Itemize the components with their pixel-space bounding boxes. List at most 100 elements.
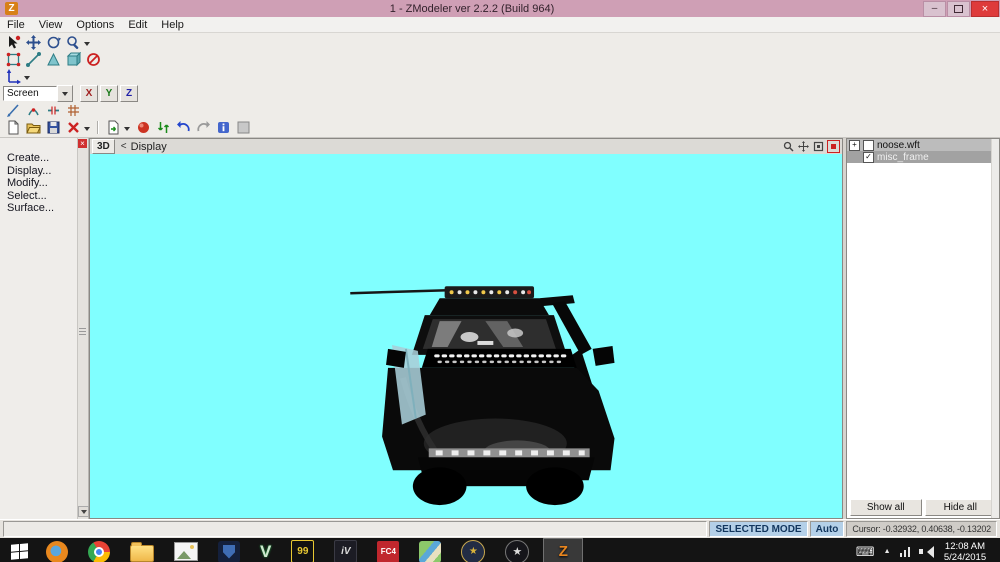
taskbar-chrome[interactable] bbox=[88, 538, 110, 562]
hidden-icons-chevron-icon[interactable]: ▲ bbox=[884, 548, 891, 555]
hierarchy-buttons: Show all Hide all bbox=[847, 497, 999, 518]
command-surface[interactable]: Surface... bbox=[7, 202, 88, 215]
visibility-checkbox[interactable] bbox=[863, 140, 874, 151]
embed-icon[interactable] bbox=[103, 120, 123, 136]
objects-mode-icon[interactable] bbox=[63, 52, 83, 68]
redo-icon[interactable] bbox=[193, 120, 213, 136]
open-file-icon[interactable] bbox=[23, 120, 43, 136]
new-file-icon[interactable] bbox=[3, 120, 23, 136]
viewport-back-arrow[interactable]: < bbox=[121, 141, 127, 152]
taskbar-explorer[interactable] bbox=[130, 538, 154, 562]
scroll-down-icon[interactable] bbox=[78, 506, 89, 517]
taskbar-clock[interactable]: 12:08 AM 5/24/2015 bbox=[938, 541, 992, 562]
toolbar-row-views bbox=[0, 34, 1000, 51]
hierarchy-panel: + noose.wft ✓ misc_frame Show all Hide a… bbox=[846, 138, 1000, 519]
status-auto[interactable]: Auto bbox=[810, 521, 845, 537]
detach-tool-icon[interactable] bbox=[43, 103, 63, 119]
menu-view[interactable]: View bbox=[32, 19, 70, 31]
close-button[interactable]: × bbox=[971, 1, 999, 17]
notes-icon[interactable] bbox=[213, 120, 233, 136]
more-tools-dropdown-icon[interactable] bbox=[84, 42, 90, 49]
taskbar-photos[interactable] bbox=[174, 538, 198, 562]
taskbar-gtav[interactable]: V bbox=[260, 538, 271, 562]
viewport-maximize-icon[interactable] bbox=[827, 140, 840, 153]
volume-icon[interactable] bbox=[919, 546, 932, 558]
view-space-select[interactable]: Screen bbox=[3, 86, 73, 101]
app-icon: Z bbox=[5, 2, 18, 15]
menu-help[interactable]: Help bbox=[154, 19, 191, 31]
select-arrow-icon[interactable] bbox=[3, 35, 23, 51]
taskbar-maps[interactable] bbox=[419, 538, 441, 562]
show-all-button[interactable]: Show all bbox=[850, 499, 922, 516]
sync-icon[interactable] bbox=[153, 120, 173, 136]
hierarchy-scrollbar[interactable] bbox=[991, 139, 999, 518]
knife-tool-icon[interactable] bbox=[3, 103, 23, 119]
taskbar-gtaiv[interactable]: iV bbox=[334, 538, 357, 562]
vertices-mode-icon[interactable] bbox=[3, 52, 23, 68]
axis-z-button[interactable]: Z bbox=[120, 85, 138, 102]
titlebar[interactable]: Z 1 - ZModeler ver 2.2.2 (Build 964) – × bbox=[0, 0, 1000, 17]
taskbar-99[interactable]: 99 bbox=[291, 538, 314, 562]
menu-file[interactable]: File bbox=[0, 19, 32, 31]
hierarchy-item-misc-frame[interactable]: ✓ misc_frame bbox=[847, 151, 999, 163]
command-select[interactable]: Select... bbox=[7, 190, 88, 203]
viewport-zoom-icon[interactable] bbox=[782, 141, 795, 153]
hierarchy-item-label: misc_frame bbox=[877, 152, 929, 163]
grid-snap-icon[interactable] bbox=[63, 103, 83, 119]
faces-mode-icon[interactable] bbox=[43, 52, 63, 68]
options-icon[interactable] bbox=[233, 120, 253, 136]
hide-all-button[interactable]: Hide all bbox=[925, 499, 997, 516]
axis-x-button[interactable]: X bbox=[80, 85, 98, 102]
axis-y-button[interactable]: Y bbox=[100, 85, 118, 102]
zoom-view-icon[interactable] bbox=[63, 35, 83, 51]
weld-tool-icon[interactable] bbox=[23, 103, 43, 119]
vehicle-model[interactable] bbox=[90, 154, 842, 518]
axes-gizmo-icon[interactable] bbox=[3, 69, 23, 85]
viewport-3d-tab[interactable]: 3D bbox=[92, 139, 115, 154]
taskbar-firefox[interactable] bbox=[46, 538, 68, 562]
selection-off-icon[interactable] bbox=[83, 52, 103, 68]
chrome-icon bbox=[88, 541, 110, 562]
minimize-button[interactable]: – bbox=[923, 1, 946, 17]
taskbar-nypd[interactable] bbox=[218, 538, 240, 562]
taskbar-star[interactable]: ★ bbox=[505, 538, 529, 562]
axes-dropdown-icon[interactable] bbox=[24, 76, 30, 83]
viewport-expand-icon[interactable] bbox=[812, 141, 825, 153]
touch-keyboard-icon[interactable]: ⌨ bbox=[856, 545, 875, 558]
pan-view-icon[interactable] bbox=[23, 35, 43, 51]
save-file-icon[interactable] bbox=[43, 120, 63, 136]
file-dropdown-icon[interactable] bbox=[84, 127, 90, 134]
delete-icon[interactable] bbox=[63, 120, 83, 136]
clock-time: 12:08 AM bbox=[938, 541, 992, 552]
map-icon bbox=[419, 541, 441, 562]
menu-edit[interactable]: Edit bbox=[121, 19, 154, 31]
command-create[interactable]: Create... bbox=[7, 152, 88, 165]
edges-mode-icon[interactable] bbox=[23, 52, 43, 68]
panel-grip-handle[interactable] bbox=[79, 326, 86, 337]
expander-icon[interactable]: + bbox=[849, 140, 860, 151]
menu-options[interactable]: Options bbox=[69, 19, 121, 31]
command-panel-scrollbar[interactable]: × bbox=[77, 138, 88, 519]
command-display[interactable]: Display... bbox=[7, 165, 88, 178]
maximize-button[interactable] bbox=[947, 1, 970, 17]
viewport-canvas[interactable] bbox=[90, 154, 842, 518]
orbit-view-icon[interactable] bbox=[43, 35, 63, 51]
close-panel-icon[interactable]: × bbox=[78, 139, 87, 148]
start-button[interactable] bbox=[2, 538, 36, 562]
command-modify[interactable]: Modify... bbox=[7, 177, 88, 190]
undo-icon[interactable] bbox=[173, 120, 193, 136]
photos-icon bbox=[174, 542, 198, 561]
statusbar: SELECTED MODE Auto Cursor: -0.32932, 0.4… bbox=[0, 519, 1000, 538]
embed-dropdown-icon[interactable] bbox=[124, 127, 130, 134]
viewport-pan-icon[interactable] bbox=[797, 141, 810, 153]
visibility-checkbox-checked[interactable]: ✓ bbox=[863, 152, 874, 163]
network-icon[interactable] bbox=[900, 546, 911, 557]
taskbar-farcry4[interactable]: FC4 bbox=[377, 538, 399, 562]
taskbar-zmodeler-active[interactable]: Z bbox=[543, 538, 583, 562]
render-material-icon[interactable] bbox=[133, 120, 153, 136]
firefox-icon bbox=[46, 541, 68, 562]
taskbar-badge[interactable]: ★ bbox=[461, 538, 485, 562]
hierarchy-item-noose[interactable]: + noose.wft bbox=[847, 139, 999, 151]
viewport-view-label[interactable]: Display bbox=[131, 141, 167, 153]
combo-dropdown-button[interactable] bbox=[57, 85, 73, 102]
